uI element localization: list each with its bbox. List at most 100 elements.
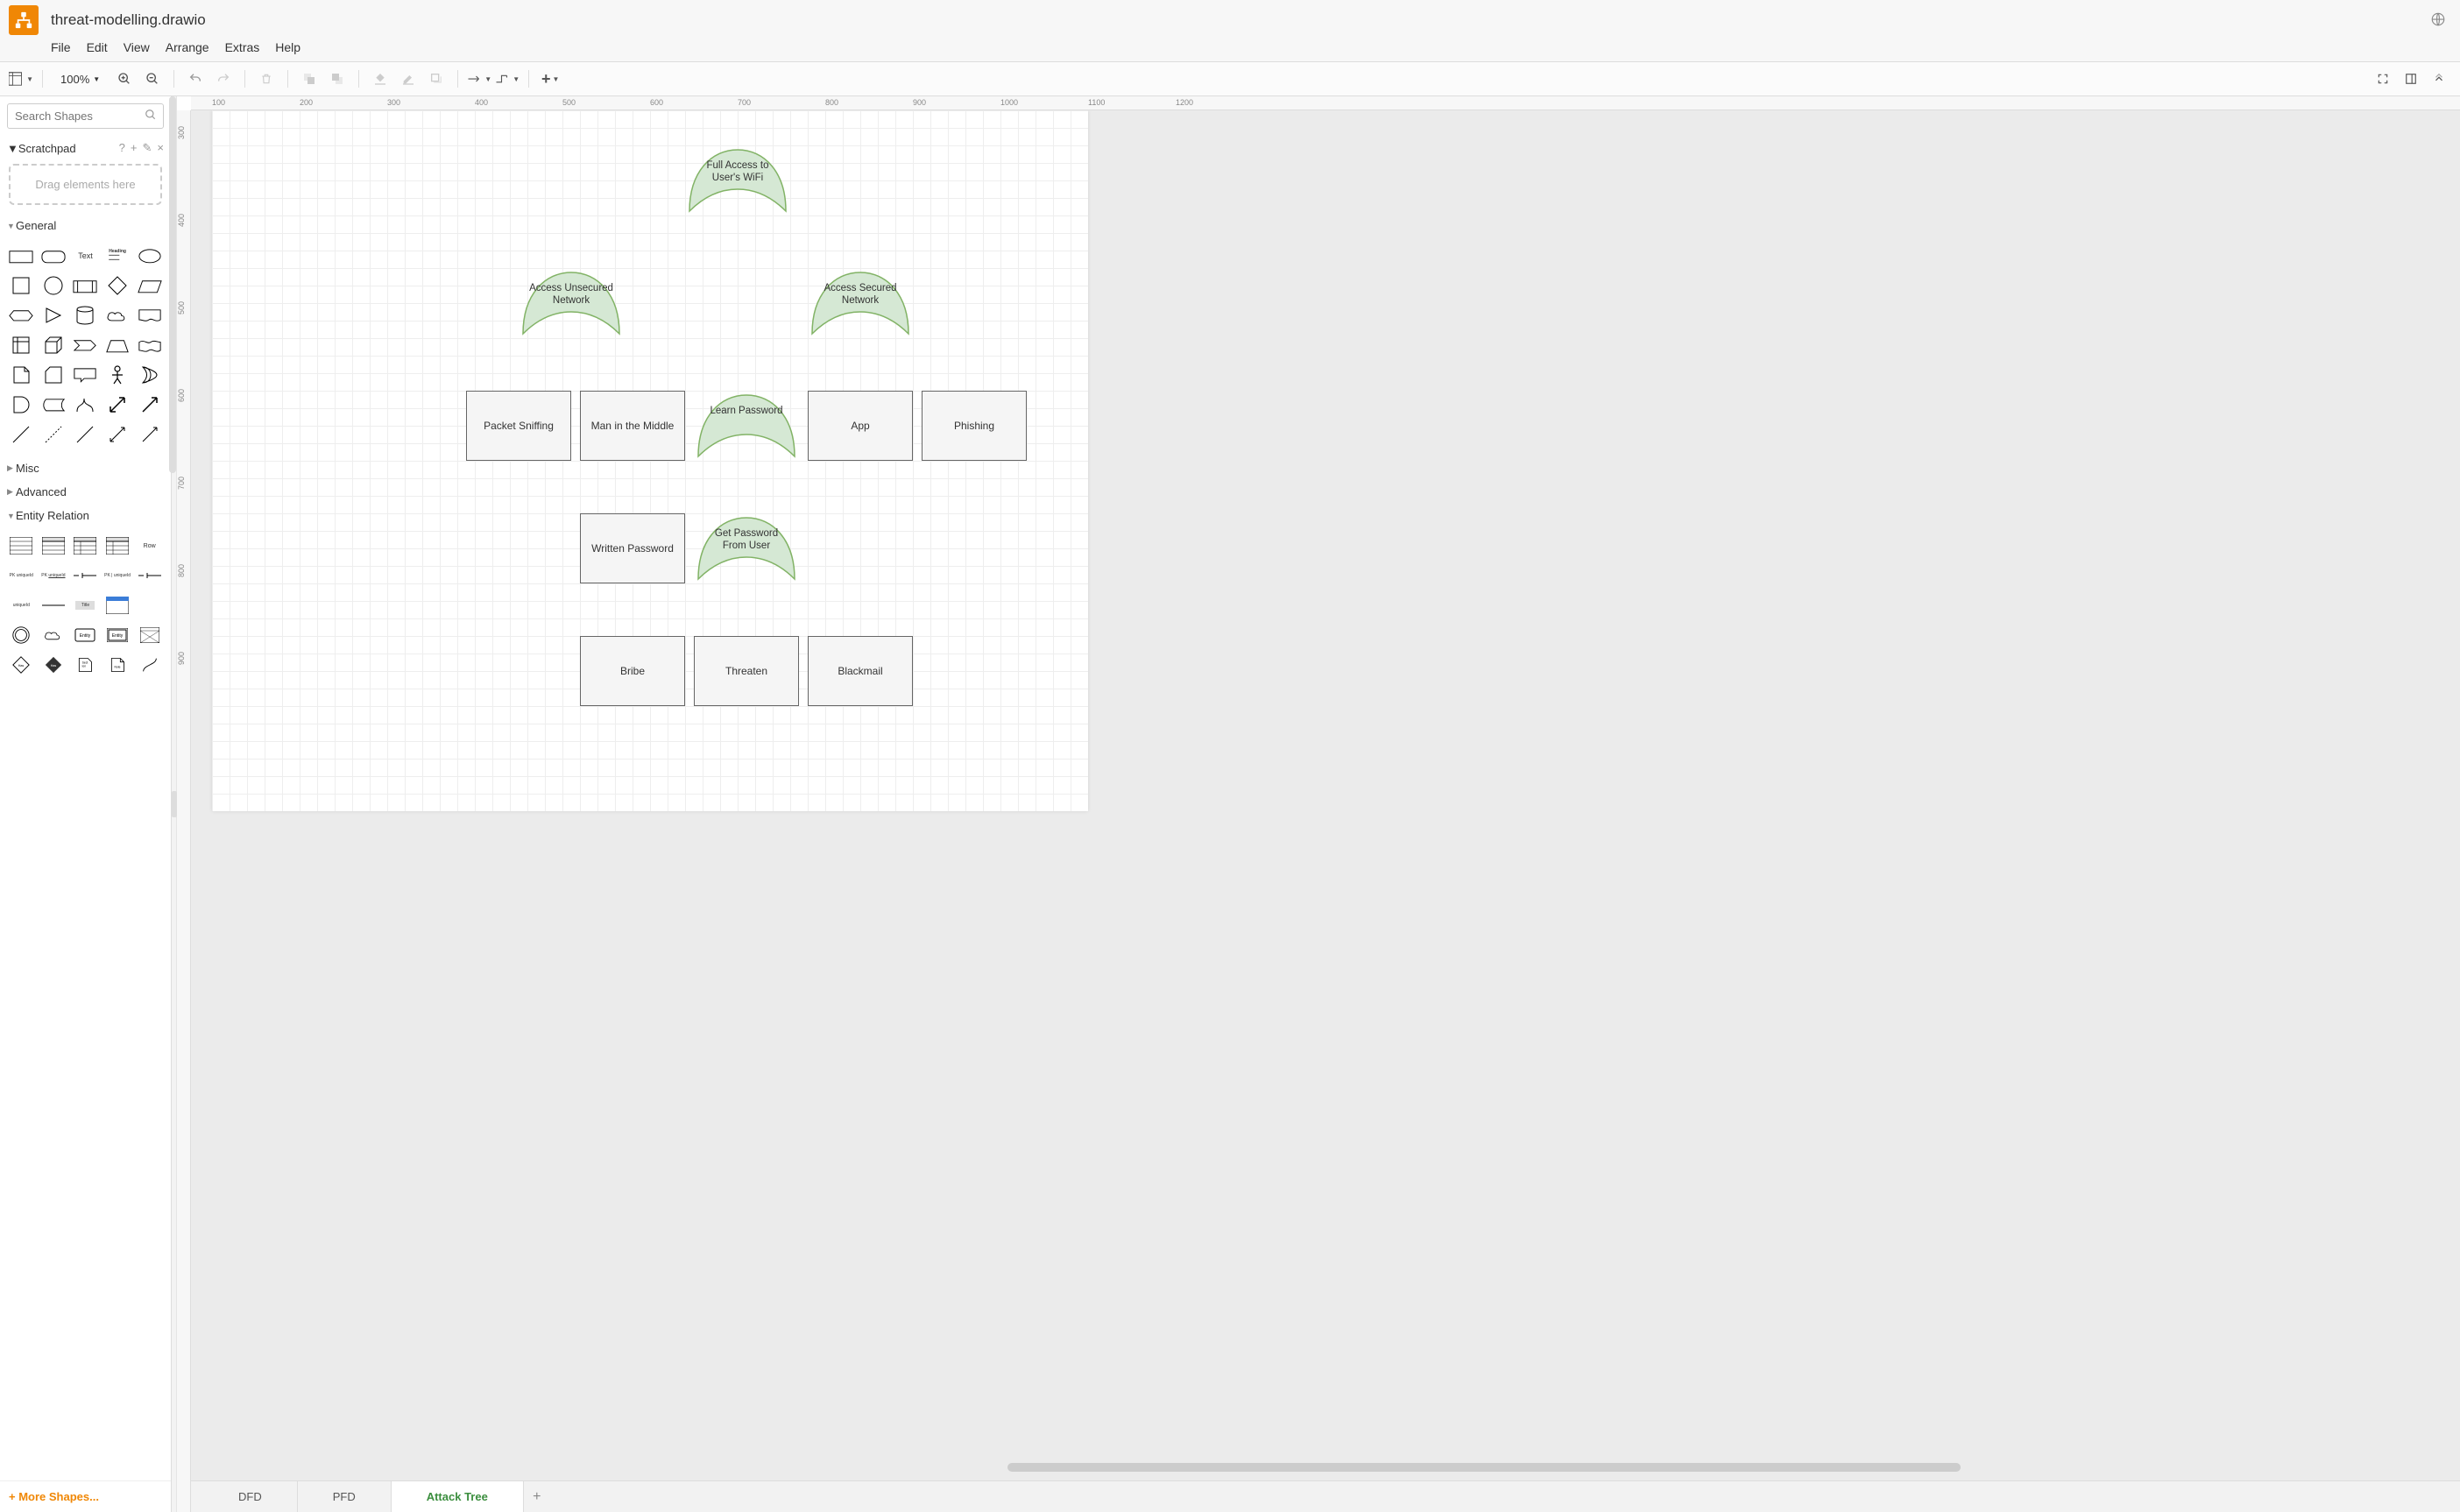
shape-tape[interactable] [135,332,164,358]
shape-er-hline[interactable] [71,562,100,589]
menu-file[interactable]: File [51,40,71,54]
view-dropdown-button[interactable]: ▼ [9,67,33,90]
box-threaten[interactable]: Threaten [694,636,799,706]
undo-icon[interactable] [183,67,208,90]
shape-er-entity[interactable]: Entity [71,622,100,648]
shape-rounded-rectangle[interactable] [39,243,68,269]
gate-learn[interactable]: Learn Password [694,391,799,461]
shape-trapezoid[interactable] [103,332,132,358]
shape-curve[interactable] [71,392,100,418]
globe-icon[interactable] [2430,11,2451,30]
document-title[interactable]: threat-modelling.drawio [51,11,206,29]
delete-icon[interactable] [254,67,279,90]
shape-er-table2[interactable] [39,533,68,559]
line-color-icon[interactable] [396,67,421,90]
zoom-level[interactable]: 100%▼ [52,73,109,86]
shape-data-storage[interactable] [39,392,68,418]
menu-help[interactable]: Help [275,40,300,54]
redo-icon[interactable] [211,67,236,90]
shape-process[interactable] [71,272,100,299]
shape-er-hline2[interactable] [135,562,164,589]
help-icon[interactable]: ? [119,141,125,155]
to-front-icon[interactable] [297,67,322,90]
box-sniff[interactable]: Packet Sniffing [466,391,571,461]
gate-secured[interactable]: Access Secured Network [808,268,913,338]
more-shapes-button[interactable]: + More Shapes... [9,1490,99,1503]
shape-er-row-pk[interactable]: PK uniqueId [7,562,36,589]
shape-er-row[interactable]: Row [135,533,164,559]
shape-callout[interactable] [71,362,100,388]
shape-or[interactable] [135,362,164,388]
shape-er-row-pk3[interactable]: PK | uniqueId [103,562,132,589]
tab-pfd[interactable]: PFD [298,1481,392,1512]
shape-cloud[interactable] [103,302,132,329]
shape-actor[interactable] [103,362,132,388]
shape-card[interactable] [39,362,68,388]
shape-ellipse[interactable] [135,243,164,269]
to-back-icon[interactable] [325,67,350,90]
menu-edit[interactable]: Edit [87,40,108,54]
shape-internal-storage[interactable] [7,332,36,358]
collapse-icon[interactable] [2427,67,2451,90]
shape-parallelogram[interactable] [135,272,164,299]
box-app[interactable]: App [808,391,913,461]
shape-step[interactable] [71,332,100,358]
shape-line2[interactable] [71,421,100,448]
shape-er-table4[interactable] [103,533,132,559]
box-written[interactable]: Written Password [580,513,685,583]
canvas[interactable]: Full Access to User's WiFi Access Unsecur… [191,110,2460,1480]
shape-er-titled-table[interactable] [103,592,132,618]
horizontal-scrollbar[interactable] [1007,1463,1961,1472]
box-blackmail[interactable]: Blackmail [808,636,913,706]
fill-color-icon[interactable] [368,67,392,90]
box-phish[interactable]: Phishing [922,391,1027,461]
add-icon[interactable]: + [131,141,138,155]
shape-er-diamond[interactable]: Has [7,652,36,678]
fullscreen-icon[interactable] [2371,67,2395,90]
shape-triangle[interactable] [39,302,68,329]
app-logo[interactable] [9,5,39,35]
format-panel-icon[interactable] [2399,67,2423,90]
shape-er-hline3[interactable] [39,592,68,618]
shape-document[interactable] [135,302,164,329]
waypoint-icon[interactable]: ▼ [495,67,520,90]
tab-dfd[interactable]: DFD [203,1481,298,1512]
zoom-in-icon[interactable] [112,67,137,90]
box-bribe[interactable]: Bribe [580,636,685,706]
gate-root[interactable]: Full Access to User's WiFi [685,145,790,215]
section-advanced[interactable]: ▶ Advanced [0,480,171,504]
gate-unsecured[interactable]: Access Unsecured Network [519,268,624,338]
shape-er-title[interactable]: Title [71,592,100,618]
shape-er-table3[interactable] [71,533,100,559]
shape-circle[interactable] [39,272,68,299]
shape-arrow[interactable] [135,392,164,418]
shape-cube[interactable] [39,332,68,358]
shape-bidirectional-arrow[interactable] [103,392,132,418]
shape-dashed-line[interactable] [39,421,68,448]
shape-er-note[interactable]: Section [71,652,100,678]
section-misc[interactable]: ▶ Misc [0,456,171,480]
search-input[interactable] [7,103,164,129]
shape-cylinder[interactable] [71,302,100,329]
shape-er-hatched[interactable] [135,622,164,648]
shape-and[interactable] [7,392,36,418]
shape-text[interactable]: Text [71,243,100,269]
shape-er-table[interactable] [7,533,36,559]
shape-note[interactable] [7,362,36,388]
shape-rectangle[interactable] [7,243,36,269]
shape-directional-connector[interactable] [135,421,164,448]
shape-line[interactable] [7,421,36,448]
scratchpad-header[interactable]: ▼ Scratchpad ? + ✎ × [0,136,171,160]
shape-bidir-connector[interactable] [103,421,132,448]
section-general[interactable]: ▼ General [0,214,171,237]
insert-icon[interactable]: +▼ [538,67,562,90]
shape-er-diamond2[interactable]: Has [39,652,68,678]
shape-square[interactable] [7,272,36,299]
shadow-icon[interactable] [424,67,449,90]
close-icon[interactable]: × [157,141,164,155]
menu-arrange[interactable]: Arrange [166,40,209,54]
scratchpad-dropzone[interactable]: Drag elements here [9,164,162,205]
shape-er-double-circle[interactable] [7,622,36,648]
box-mitm[interactable]: Man in the Middle [580,391,685,461]
shape-hexagon[interactable] [7,302,36,329]
